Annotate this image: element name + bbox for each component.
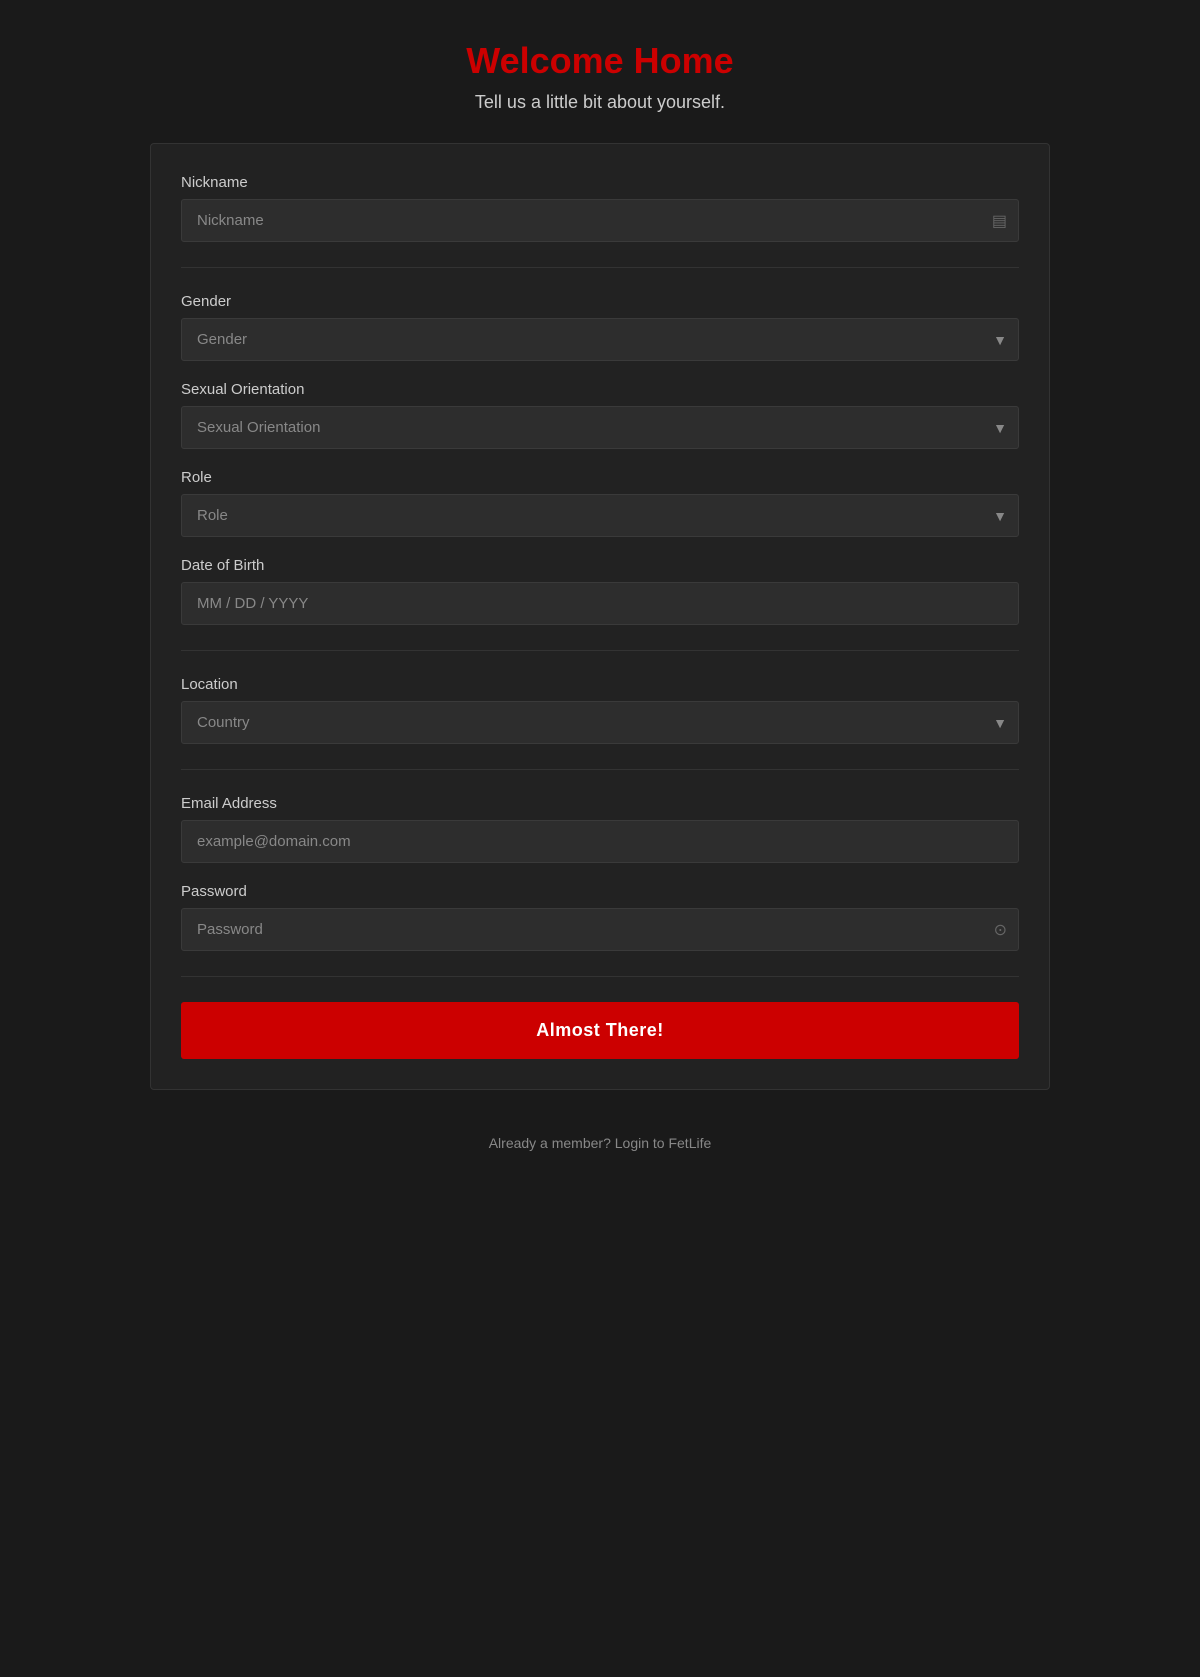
nickname-input[interactable] [181,199,1019,242]
orientation-label: Sexual Orientation [181,381,1019,398]
dob-input[interactable] [181,582,1019,625]
registration-form: Nickname ▤ Gender Gender Male Female Non… [150,143,1050,1090]
page-wrapper: Welcome Home Tell us a little bit about … [150,40,1050,1151]
country-select-wrapper: Country United States United Kingdom Can… [181,701,1019,744]
profile-section: Gender Gender Male Female Non-binary Oth… [181,293,1019,651]
page-subtitle: Tell us a little bit about yourself. [475,92,725,113]
credentials-section: Email Address Password ⊙ [181,795,1019,977]
gender-field-group: Gender Gender Male Female Non-binary Oth… [181,293,1019,361]
location-field-group: Location Country United States United Ki… [181,676,1019,744]
role-label: Role [181,469,1019,486]
submit-section: Almost There! [181,1002,1019,1059]
email-input[interactable] [181,820,1019,863]
password-input[interactable] [181,908,1019,951]
nickname-input-wrapper: ▤ [181,199,1019,242]
orientation-field-group: Sexual Orientation Sexual Orientation St… [181,381,1019,449]
page-title: Welcome Home [466,40,733,82]
role-select-wrapper: Role Dominant Submissive Switch Other ▼ [181,494,1019,537]
email-label: Email Address [181,795,1019,812]
location-section: Location Country United States United Ki… [181,676,1019,770]
role-field-group: Role Role Dominant Submissive Switch Oth… [181,469,1019,537]
nickname-label: Nickname [181,174,1019,191]
location-label: Location [181,676,1019,693]
email-field-group: Email Address [181,795,1019,863]
password-field-group: Password ⊙ [181,883,1019,951]
nickname-section: Nickname ▤ [181,174,1019,268]
dob-label: Date of Birth [181,557,1019,574]
password-label: Password [181,883,1019,900]
country-select[interactable]: Country United States United Kingdom Can… [181,701,1019,744]
login-link[interactable]: Already a member? Login to FetLife [489,1135,712,1151]
gender-label: Gender [181,293,1019,310]
password-input-wrapper: ⊙ [181,908,1019,951]
gender-select-wrapper: Gender Male Female Non-binary Other ▼ [181,318,1019,361]
nickname-field-group: Nickname ▤ [181,174,1019,242]
role-select[interactable]: Role Dominant Submissive Switch Other [181,494,1019,537]
dob-field-group: Date of Birth [181,557,1019,625]
orientation-select[interactable]: Sexual Orientation Straight Gay Bisexual… [181,406,1019,449]
gender-select[interactable]: Gender Male Female Non-binary Other [181,318,1019,361]
orientation-select-wrapper: Sexual Orientation Straight Gay Bisexual… [181,406,1019,449]
submit-button[interactable]: Almost There! [181,1002,1019,1059]
